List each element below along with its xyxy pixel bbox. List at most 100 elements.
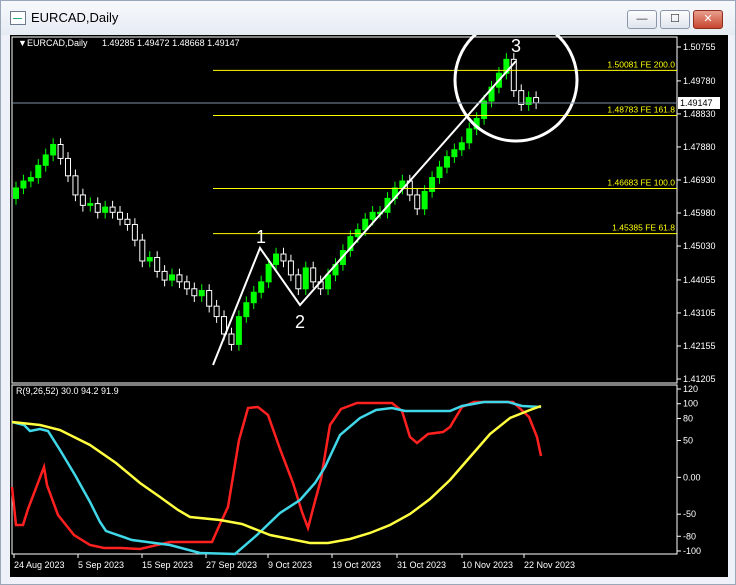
candle-body xyxy=(35,164,42,179)
candle-body xyxy=(20,180,27,189)
candle-body xyxy=(109,206,116,213)
wave-label-2: 2 xyxy=(295,312,305,332)
candle-body xyxy=(124,218,131,225)
indicator-axis: 120 100 80 50 0.00 -50 -80 -100 xyxy=(677,384,701,556)
candle-body xyxy=(466,128,473,144)
indicator-tick-label: 100 xyxy=(683,399,698,409)
window-title: EURCAD,Daily xyxy=(31,10,119,25)
indicator-cyan-line xyxy=(11,400,542,556)
candles-group xyxy=(13,53,540,351)
wave-label-1: 1 xyxy=(256,227,266,247)
candle-body xyxy=(57,144,64,159)
candle-body xyxy=(443,156,450,168)
maximize-button[interactable]: ☐ xyxy=(660,10,690,29)
price-tick-label: 1.43105 xyxy=(683,308,716,318)
price-tick-label: 1.45980 xyxy=(683,208,716,218)
candle-body xyxy=(458,142,465,151)
candle-body xyxy=(250,291,257,304)
candle-body xyxy=(302,267,309,290)
candle-body xyxy=(79,194,86,206)
candle-body xyxy=(429,177,436,192)
time-axis: 24 Aug 2023 5 Sep 2023 15 Sep 2023 27 Sep 2… xyxy=(13,554,575,570)
candle-body xyxy=(139,239,146,262)
candle-body xyxy=(102,206,109,213)
close-button[interactable]: ✕ xyxy=(693,10,723,29)
candle-body xyxy=(436,166,443,179)
indicator-label: R(9,26,52) 30.0 94.2 91.9 xyxy=(16,386,119,396)
elliott-wave-line[interactable] xyxy=(212,60,517,366)
indicator-tick-label: -80 xyxy=(683,531,696,541)
candle-body xyxy=(295,274,302,290)
time-tick-label: 15 Sep 2023 xyxy=(142,560,193,570)
indicator-red-line xyxy=(10,400,543,551)
candle-body xyxy=(325,274,332,290)
candle-body xyxy=(451,149,458,158)
candle-body xyxy=(183,281,190,290)
indicator-tick-label: 50 xyxy=(683,436,693,446)
candle-body xyxy=(287,260,294,276)
candle-body xyxy=(273,253,280,265)
candle-body xyxy=(533,97,540,104)
candle-body xyxy=(354,229,361,238)
time-tick-label: 19 Oct 2023 xyxy=(332,560,381,570)
price-tick-label: 1.41205 xyxy=(683,374,716,384)
minimize-button[interactable]: — xyxy=(627,10,657,29)
candle-body xyxy=(206,290,213,307)
fib-level-label: 1.48783 FE 161.8 xyxy=(607,105,675,115)
symbol-arrow-icon: ▼ xyxy=(18,38,27,48)
price-tick-label: 1.47880 xyxy=(683,142,716,152)
time-tick-label: 31 Oct 2023 xyxy=(397,560,446,570)
indicator-tick-label: 120 xyxy=(683,384,698,394)
candle-body xyxy=(198,290,205,297)
fib-level-label: 1.50081 FE 200.0 xyxy=(607,59,675,69)
candle-body xyxy=(265,263,272,283)
price-tick-label: 1.42155 xyxy=(683,341,716,351)
indicator-tick-label: 80 xyxy=(683,413,693,423)
candle-body xyxy=(518,90,525,106)
candle-body xyxy=(310,267,317,283)
indicator-tick-label: -50 xyxy=(683,509,696,519)
chart-canvas[interactable]: 1.50081 FE 200.0 1.48783 FE 161.8 1.46683 … xyxy=(10,17,728,577)
candle-body xyxy=(87,203,94,206)
candle-body xyxy=(146,256,153,262)
candle-body xyxy=(213,305,220,318)
time-tick-label: 22 Nov 2023 xyxy=(524,560,575,570)
candle-body xyxy=(50,144,57,156)
candle-body xyxy=(243,302,250,318)
price-tick-label: 1.44055 xyxy=(683,275,716,285)
candle-body xyxy=(421,190,428,210)
price-tick-label: 1.50755 xyxy=(683,42,716,52)
chart-window: EURCAD,Daily — ☐ ✕ 1.50081 FE 200.0 1.487… xyxy=(0,0,736,585)
fib-level-label: 1.46683 FE 100.0 xyxy=(607,178,675,188)
candle-body xyxy=(280,253,287,262)
wave-label-3: 3 xyxy=(511,36,521,56)
chart-area[interactable]: 1.50081 FE 200.0 1.48783 FE 161.8 1.46683 … xyxy=(10,17,728,577)
time-tick-label: 5 Sep 2023 xyxy=(78,560,124,570)
candle-body xyxy=(72,175,79,196)
candle-body xyxy=(414,194,421,210)
candle-body xyxy=(176,274,183,283)
indicator-yellow-line xyxy=(11,404,542,545)
ohlc-label: 1.49285 1.49472 1.48668 1.49147 xyxy=(102,38,240,48)
candle-body xyxy=(235,316,242,345)
indicator-tick-label: 0.00 xyxy=(683,472,701,482)
fib-level-label: 1.45385 FE 61.8 xyxy=(612,223,675,233)
candle-body xyxy=(13,187,19,199)
candle-body xyxy=(369,211,376,220)
candle-body xyxy=(169,274,176,281)
time-tick-label: 24 Aug 2023 xyxy=(14,560,65,570)
candle-body xyxy=(161,270,168,281)
time-tick-label: 27 Sep 2023 xyxy=(206,560,257,570)
time-tick-label: 10 Nov 2023 xyxy=(462,560,513,570)
candle-body xyxy=(228,333,235,345)
time-tick-label: 9 Oct 2023 xyxy=(268,560,312,570)
chart-window-icon xyxy=(10,11,26,25)
candle-body xyxy=(258,281,265,293)
symbol-label: EURCAD,Daily xyxy=(27,38,88,48)
title-bar: EURCAD,Daily — ☐ ✕ xyxy=(1,1,735,35)
indicator-tick-label: -100 xyxy=(683,546,701,556)
candle-body xyxy=(117,211,124,220)
candle-body xyxy=(131,223,138,241)
price-tick-label: 1.48830 xyxy=(683,109,716,119)
candle-body xyxy=(42,154,49,166)
